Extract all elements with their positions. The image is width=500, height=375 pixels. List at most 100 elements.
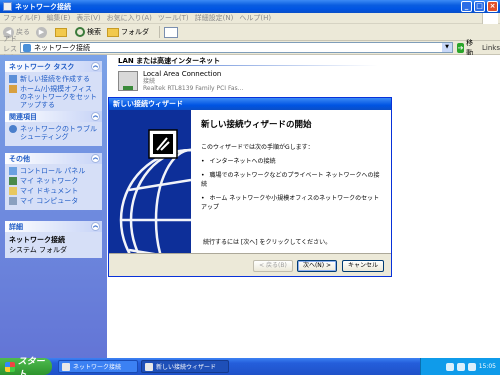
task-pane: ネットワーク タスク ︽ 新しい接続を作成する ホーム/小規模オフィスのネットワ… — [0, 55, 107, 358]
task-setup-home-network[interactable]: ホーム/小規模オフィスのネットワークをセットアップする — [9, 85, 98, 109]
tray-volume-icon[interactable] — [456, 362, 465, 371]
menu-help[interactable]: ヘルプ(H) — [239, 13, 271, 23]
collapse-chevron-icon[interactable]: ︽ — [91, 62, 100, 71]
forward-arrow-icon: ▶ — [36, 26, 47, 38]
connection-name: Local Area Connection — [143, 70, 222, 78]
network-connections-icon — [23, 43, 32, 52]
wizard-banner — [109, 110, 191, 253]
close-button[interactable]: × — [487, 1, 498, 12]
search-button[interactable]: 検索 — [75, 27, 101, 37]
start-button[interactable]: スタート — [0, 357, 52, 375]
tray-network-icon[interactable] — [445, 362, 454, 371]
address-bar: アドレス(D) ネットワーク接続 ▼ ➔ 移動 Links — [0, 35, 500, 62]
minimize-button[interactable]: _ — [461, 1, 472, 12]
address-value: ネットワーク接続 — [34, 43, 91, 52]
taskbar-item-network-connections[interactable]: ネットワーク接続 — [58, 360, 138, 373]
menu-file[interactable]: ファイル(F) — [3, 13, 41, 23]
new-connection-icon — [9, 75, 17, 83]
toolbar: ◀ 戻る ▶ 検索 フォルダ — [0, 24, 500, 41]
link-my-network-label: マイ ネットワーク — [20, 177, 79, 185]
link-my-computer[interactable]: マイ コンピュータ — [9, 197, 98, 205]
my-computer-icon — [9, 197, 17, 205]
back-label: 戻る — [16, 28, 30, 36]
connection-device: Realtek RTL8139 Family PCI Fas... — [143, 85, 244, 92]
maximize-button[interactable]: □ — [474, 1, 485, 12]
link-control-panel-label: コントロール パネル — [20, 167, 86, 175]
network-folder-icon — [62, 362, 70, 371]
wizard-heading: 新しい接続ウィザードの開始 — [201, 120, 312, 130]
cancel-button[interactable]: キャンセル — [342, 260, 384, 272]
home-network-icon — [9, 85, 17, 93]
link-my-documents-label: マイ ドキュメント — [20, 187, 79, 195]
link-control-panel[interactable]: コントロール パネル — [9, 167, 98, 175]
wizard-titlebar[interactable]: 新しい接続ウィザード — [109, 98, 391, 110]
up-button[interactable] — [55, 27, 69, 37]
links-button[interactable]: Links — [482, 44, 500, 52]
start-label: スタート — [17, 356, 45, 375]
views-button[interactable] — [164, 26, 178, 38]
go-arrow-icon: ➔ — [457, 42, 465, 53]
menu-tools[interactable]: ツール(T) — [158, 13, 189, 23]
taskbar-item-label: ネットワーク接続 — [73, 364, 122, 371]
window-titlebar[interactable]: ネットワーク接続 _ □ × — [0, 0, 500, 13]
wizard-button-bar: < 戻る(B) 次へ(N) > キャンセル — [109, 253, 391, 276]
link-my-computer-label: マイ コンピュータ — [20, 197, 79, 205]
related-title: 関連項目 — [9, 112, 37, 121]
network-tasks-title: ネットワーク タスク — [9, 62, 75, 71]
folders-label: フォルダ — [121, 28, 149, 36]
taskbar-item-wizard[interactable]: 新しい接続ウィザード — [141, 360, 229, 373]
control-panel-icon — [9, 167, 17, 175]
collapse-chevron-icon[interactable]: ︽ — [91, 154, 100, 163]
wizard-title: 新しい接続ウィザード — [113, 100, 183, 108]
tray-security-icon[interactable] — [467, 362, 476, 371]
new-connection-wizard-dialog: 新しい接続ウィザード 新しい接続ウィザードの開始 このウィザードでは次の手順がG… — [108, 97, 392, 277]
window-title: ネットワーク接続 — [15, 2, 71, 11]
menu-advanced[interactable]: 詳細設定(N) — [195, 13, 234, 23]
task-setup-home-network-label: ホーム/小規模オフィスのネットワークをセットアップする — [20, 85, 97, 109]
search-icon — [75, 27, 85, 37]
wizard-bullet-item: 職場でのネットワークなどのプライベート ネットワークへの接続 — [201, 170, 383, 188]
next-button[interactable]: 次へ(N) > — [297, 260, 337, 272]
windows-flag-icon — [5, 361, 15, 372]
menu-favorites[interactable]: お気に入り(A) — [107, 13, 152, 23]
collapse-chevron-icon[interactable]: ︽ — [91, 112, 100, 121]
globe-banner-graphic — [119, 129, 191, 253]
address-field[interactable]: ネットワーク接続 ▼ — [20, 42, 454, 53]
menu-bar: ファイル(F) 編集(E) 表示(V) お気に入り(A) ツール(T) 詳細設定… — [0, 13, 500, 24]
wizard-icon — [145, 362, 153, 371]
toolbar-separator — [159, 26, 160, 38]
menu-edit[interactable]: 編集(E) — [47, 13, 71, 23]
link-my-network[interactable]: マイ ネットワーク — [9, 177, 98, 185]
local-area-connection-item[interactable]: Local Area Connection 接続 Realtek RTL8139… — [118, 71, 243, 92]
wizard-connection-icon — [148, 129, 178, 159]
task-create-connection[interactable]: 新しい接続を作成する — [9, 75, 98, 83]
other-places-header[interactable]: その他 ︽ — [5, 153, 102, 164]
my-network-icon — [9, 177, 17, 185]
folder-up-icon — [55, 27, 67, 37]
back-button[interactable]: < 戻る(B) — [253, 260, 293, 272]
details-title: 詳細 — [9, 222, 23, 231]
network-folder-icon — [3, 2, 12, 11]
address-dropdown-button[interactable]: ▼ — [442, 43, 453, 52]
taskbar: スタート ネットワーク接続 新しい接続ウィザード 15:05 — [0, 357, 500, 375]
link-network-troubleshoot-label: ネットワークのトラブルシューティング — [20, 125, 97, 141]
wizard-bullet-item: ホーム ネットワークや小規模オフィスのネットワークのセットアップ — [201, 193, 383, 211]
link-network-troubleshoot[interactable]: ネットワークのトラブルシューティング — [9, 125, 98, 141]
my-documents-icon — [9, 187, 17, 195]
link-my-documents[interactable]: マイ ドキュメント — [9, 187, 98, 195]
folders-icon — [107, 27, 119, 37]
network-tasks-header[interactable]: ネットワーク タスク ︽ — [5, 61, 102, 72]
collapse-chevron-icon[interactable]: ︽ — [91, 222, 100, 231]
search-label: 検索 — [87, 28, 101, 36]
menu-view[interactable]: 表示(V) — [76, 13, 100, 23]
forward-button[interactable]: ▶ — [36, 26, 49, 38]
details-header[interactable]: 詳細 ︽ — [5, 221, 102, 232]
taskbar-item-label: 新しい接続ウィザード — [156, 364, 217, 371]
tray-clock[interactable]: 15:05 — [479, 363, 496, 370]
other-places-title: その他 — [9, 154, 30, 163]
details-box: 詳細 ︽ ネットワーク接続 システム フォルダ — [5, 221, 102, 258]
connection-status: 接続 — [143, 78, 156, 85]
related-header[interactable]: 関連項目 ︽ — [5, 111, 102, 122]
folders-button[interactable]: フォルダ — [107, 27, 149, 37]
lan-connection-icon — [118, 71, 138, 91]
